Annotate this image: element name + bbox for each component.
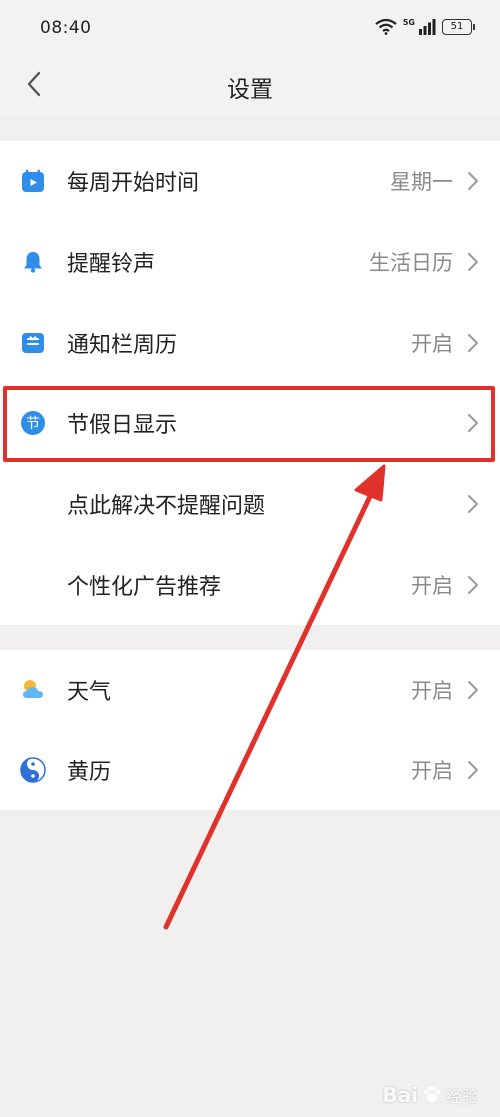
row-label: 节假日显示 — [67, 413, 178, 439]
settings-row-fix-reminder[interactable]: 点此解决不提醒问题 — [0, 464, 500, 545]
calendar-icon — [22, 169, 44, 193]
chevron-right-icon — [468, 172, 478, 191]
row-label: 每周开始时间 — [67, 171, 200, 197]
settings-row-almanac[interactable]: 黄历 开启 — [0, 730, 500, 810]
bell-icon — [24, 252, 42, 273]
row-value: 开启 — [411, 759, 453, 783]
settings-group-calendar: 每周开始时间 星期一 提醒铃声 生活日历 通知栏周历 开启 节 节假日显示 点此… — [0, 141, 500, 625]
status-time: 08:40 — [40, 18, 92, 38]
yin-yang-icon — [20, 757, 46, 783]
paw-icon — [423, 1086, 441, 1103]
page-title: 设置 — [227, 77, 273, 103]
settings-row-week-start[interactable]: 每周开始时间 星期一 — [0, 141, 500, 222]
chevron-right-icon — [468, 495, 478, 514]
watermark: Bai 经验 — [382, 1083, 478, 1107]
row-label: 黄历 — [67, 760, 112, 785]
holiday-icon: 节 — [21, 411, 45, 436]
row-value: 开启 — [411, 679, 453, 703]
row-label: 通知栏周历 — [67, 332, 178, 358]
battery-icon: 51 — [442, 19, 475, 35]
row-label: 个性化广告推荐 — [67, 574, 222, 600]
settings-row-weather[interactable]: 天气 开启 — [0, 650, 500, 730]
header: 设置 — [0, 52, 500, 116]
chevron-right-icon — [468, 681, 478, 699]
row-label: 点此解决不提醒问题 — [67, 494, 266, 520]
row-value: 开启 — [411, 331, 453, 356]
chevron-right-icon — [468, 414, 478, 433]
settings-row-reminder-ringtone[interactable]: 提醒铃声 生活日历 — [0, 222, 500, 303]
chevron-right-icon — [468, 333, 478, 352]
chevron-right-icon — [468, 761, 478, 779]
chevron-right-icon — [468, 575, 478, 594]
signal-icon — [419, 19, 436, 35]
row-value: 开启 — [411, 573, 453, 598]
watermark-brand: Bai — [382, 1083, 418, 1107]
row-value: 星期一 — [390, 170, 453, 195]
holiday-icon-text: 节 — [26, 416, 40, 432]
chevron-right-icon — [468, 253, 478, 272]
wifi-icon — [375, 19, 397, 35]
settings-row-notification-week[interactable]: 通知栏周历 开启 — [0, 302, 500, 383]
battery-level: 51 — [450, 21, 464, 32]
row-label: 天气 — [67, 680, 112, 705]
settings-group-extras: 天气 开启 黄历 开启 — [0, 650, 500, 810]
row-label: 提醒铃声 — [67, 252, 156, 278]
settings-row-holiday-display[interactable]: 节 节假日显示 — [0, 383, 500, 464]
status-bar: 08:40 5G 51 — [0, 0, 500, 52]
row-value: 生活日历 — [369, 251, 453, 276]
network-type-label: 5G — [402, 17, 415, 27]
settings-row-personalized-ads[interactable]: 个性化广告推荐 开启 — [0, 544, 500, 625]
status-icons: 5G 51 — [375, 17, 475, 37]
watermark-suffix: 经验 — [445, 1087, 478, 1106]
notification-bar-icon — [22, 332, 44, 353]
weather-icon — [23, 680, 43, 698]
